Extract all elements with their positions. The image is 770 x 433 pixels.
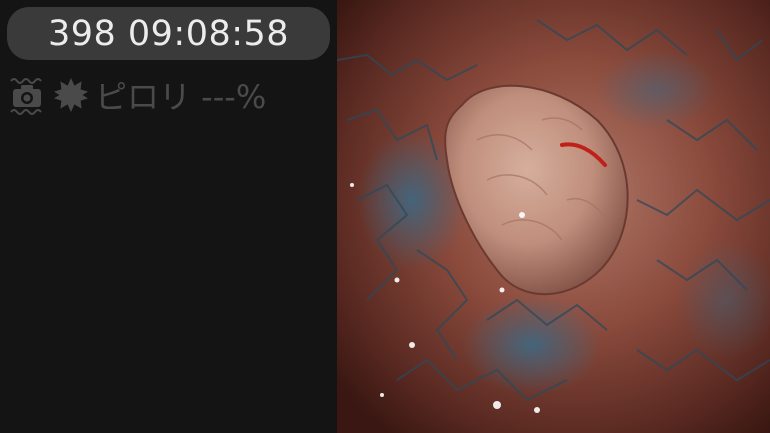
gear-icon — [54, 78, 88, 112]
pylori-probability-label: ピロリ ---% — [95, 78, 267, 116]
endoscope-image-graphic — [337, 0, 770, 433]
endoscopy-screen: 398 09:08:58 ピロリ ---% — [0, 0, 770, 433]
camera-icon — [10, 78, 42, 115]
status-row: ピロリ ---% — [10, 74, 266, 116]
timestamp-text: 398 09:08:58 — [47, 13, 290, 54]
endoscope-image — [337, 0, 770, 433]
info-panel: 398 09:08:58 ピロリ ---% — [0, 0, 337, 433]
timestamp-badge: 398 09:08:58 — [7, 7, 330, 60]
